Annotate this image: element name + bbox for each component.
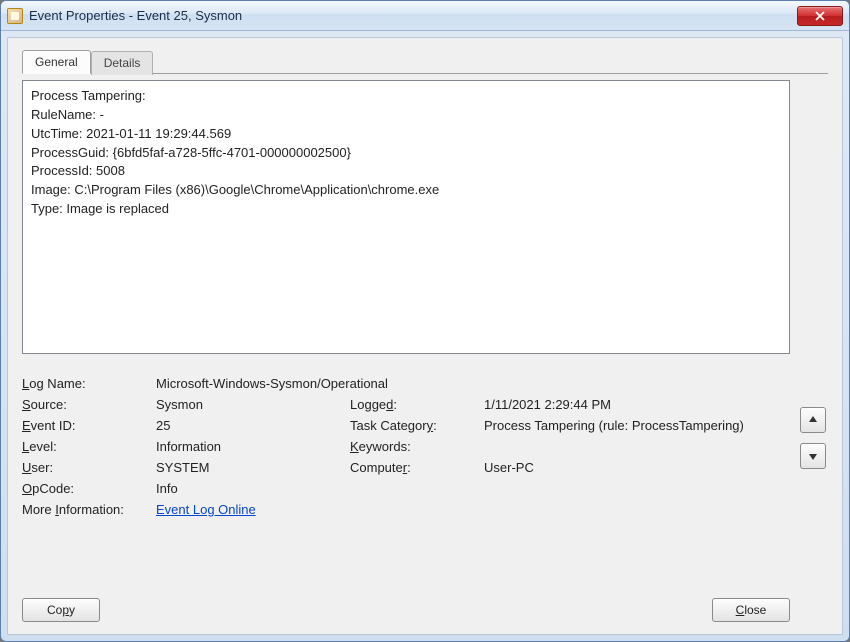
close-button-label: Close	[736, 603, 767, 617]
source-value: Sysmon	[156, 397, 346, 412]
logged-value: 1/11/2021 2:29:44 PM	[484, 397, 790, 412]
arrow-down-icon	[807, 450, 819, 462]
prev-event-button[interactable]	[800, 407, 826, 433]
level-value: Information	[156, 439, 346, 454]
computer-value: User-PC	[484, 460, 790, 475]
close-icon	[815, 11, 825, 21]
event-id-value: 25	[156, 418, 346, 433]
opcode-value: Info	[156, 481, 790, 496]
computer-label: Computer:	[350, 460, 480, 475]
arrow-up-icon	[807, 414, 819, 426]
opcode-label: OpCode:	[22, 481, 152, 496]
window-frame: Event Properties - Event 25, Sysmon Gene…	[0, 0, 850, 642]
fields-grid: Log Name: Microsoft-Windows-Sysmon/Opera…	[22, 376, 790, 517]
event-description[interactable]: Process Tampering: RuleName: - UtcTime: …	[22, 80, 790, 354]
bottom-bar: Copy Close	[22, 580, 790, 622]
tab-general[interactable]: General	[22, 50, 91, 74]
user-label: User:	[22, 460, 152, 475]
logged-label: Logged:	[350, 397, 480, 412]
source-label: Source:	[22, 397, 152, 412]
task-category-label: Task Category:	[350, 418, 480, 433]
window-title: Event Properties - Event 25, Sysmon	[29, 8, 797, 23]
next-event-button[interactable]	[800, 443, 826, 469]
app-icon	[7, 8, 23, 24]
user-value: SYSTEM	[156, 460, 346, 475]
log-name-label: Log Name:	[22, 376, 152, 391]
keywords-value	[484, 439, 790, 454]
window-close-button[interactable]	[797, 6, 843, 26]
event-id-label: Event ID:	[22, 418, 152, 433]
level-label: Level:	[22, 439, 152, 454]
more-info-label: More Information:	[22, 502, 152, 517]
content-row: Process Tampering: RuleName: - UtcTime: …	[22, 74, 828, 622]
client-area: General Details Process Tampering: RuleN…	[7, 37, 843, 635]
nav-column	[800, 74, 828, 622]
event-log-online-link[interactable]: Event Log Online	[156, 502, 256, 517]
copy-button[interactable]: Copy	[22, 598, 100, 622]
close-button[interactable]: Close	[712, 598, 790, 622]
copy-button-label: Copy	[47, 603, 75, 617]
main-column: Process Tampering: RuleName: - UtcTime: …	[22, 74, 790, 622]
tab-strip: General Details	[22, 50, 828, 74]
keywords-label: Keywords:	[350, 439, 480, 454]
task-category-value: Process Tampering (rule: ProcessTamperin…	[484, 418, 790, 433]
log-name-value: Microsoft-Windows-Sysmon/Operational	[156, 376, 790, 391]
tab-details[interactable]: Details	[91, 51, 154, 75]
titlebar[interactable]: Event Properties - Event 25, Sysmon	[1, 1, 849, 31]
